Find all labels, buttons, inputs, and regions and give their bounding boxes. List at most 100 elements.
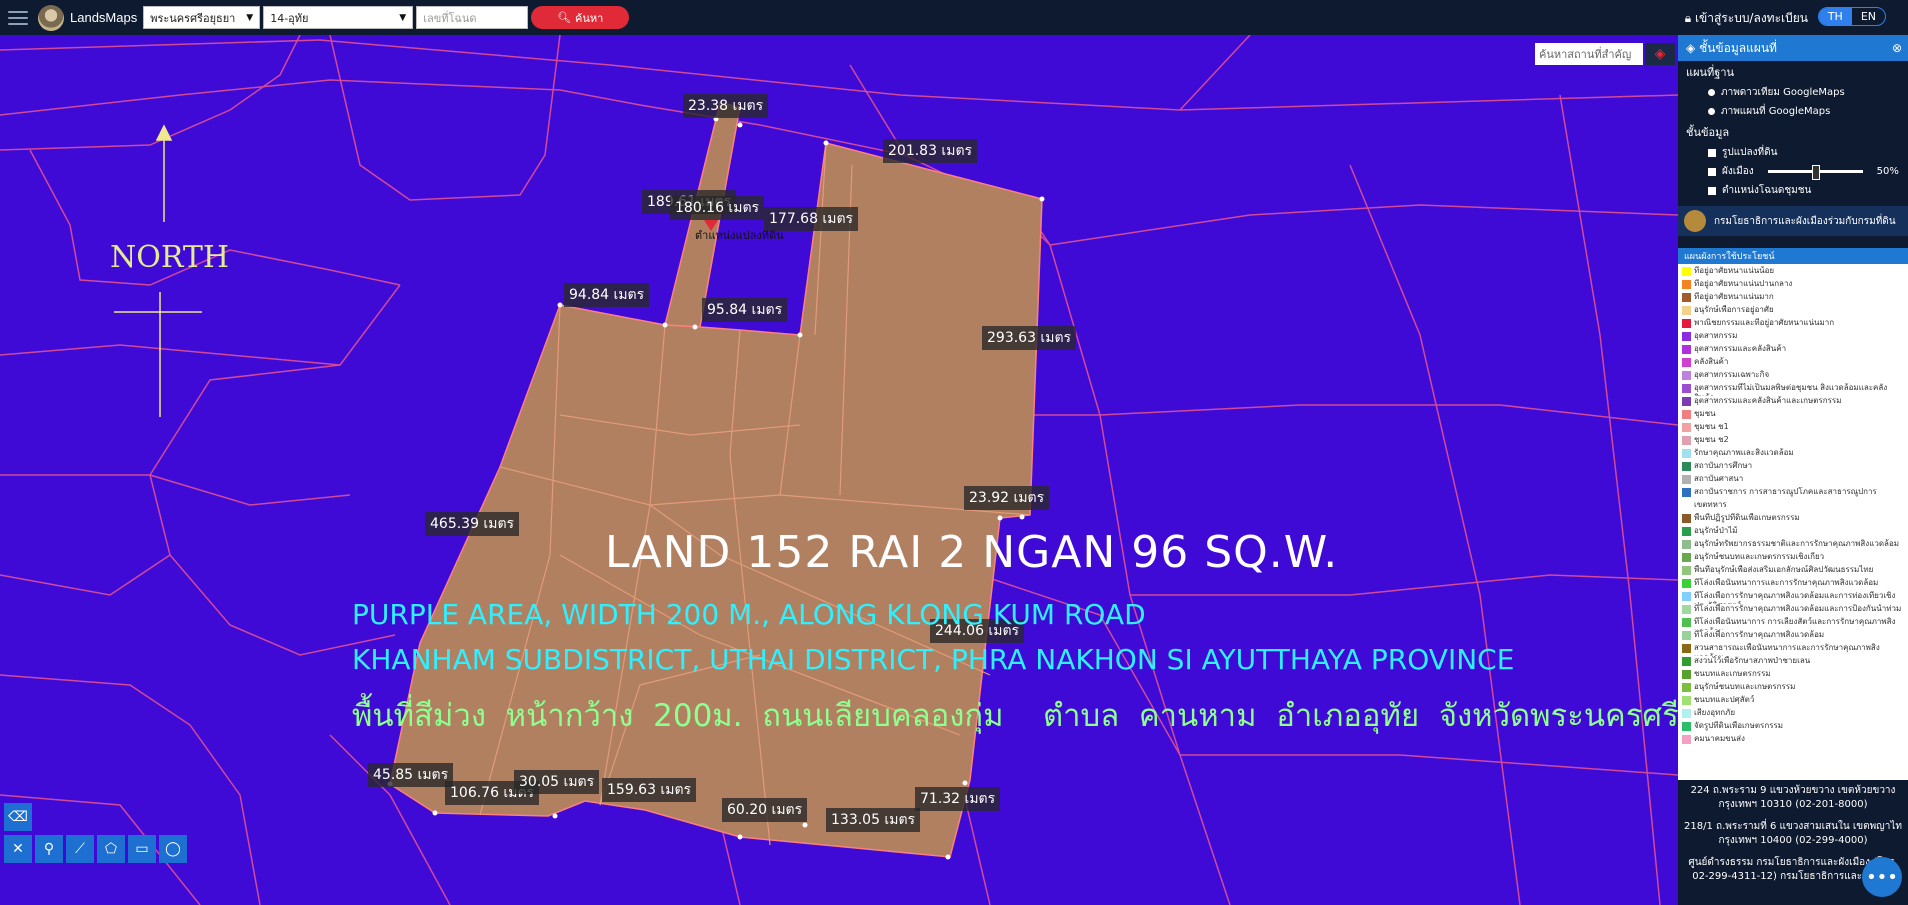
language-toggle: TH EN xyxy=(1817,7,1886,26)
legend-swatch xyxy=(1682,345,1691,354)
deed-input-placeholder: เลขที่โฉนด xyxy=(423,11,477,25)
login-link[interactable]: 🔒︎ เข้าสู่ระบบ/ลงทะเบียน xyxy=(1685,9,1808,28)
legend-swatch xyxy=(1682,631,1691,640)
map-canvas[interactable]: NORTH ตำแหน่งแปลงที่ดิน 23.38 เมตร 201.8… xyxy=(0,35,1678,905)
layer-parcel-toggle[interactable]: รูปแปลงที่ดิน xyxy=(1678,143,1908,162)
menu-icon[interactable] xyxy=(8,10,28,25)
legend-list: ที่อยู่อาศัยหนาแน่นน้อยที่อยู่อาศัยหนาแน… xyxy=(1678,264,1908,780)
slider-handle[interactable] xyxy=(1811,165,1820,180)
legend-label: ที่อยู่อาศัยหนาแน่นน้อย xyxy=(1694,266,1775,275)
legend-label: สงวนไว้เพื่อรักษาสภาพป่าชายเลน xyxy=(1694,656,1811,665)
legend-swatch xyxy=(1682,618,1691,627)
legend-label: ที่โล่งเพื่อนันทนาการและการรักษาคุณภาพสิ… xyxy=(1694,578,1879,587)
polygon-icon[interactable]: ⬠ xyxy=(97,835,125,863)
circle-icon[interactable]: ◯ xyxy=(159,835,187,863)
legend-label: อนุรักษ์ป่าไม้ xyxy=(1694,526,1738,535)
district-select[interactable]: 14-อุทัย ▼ xyxy=(263,6,414,29)
north-arrow xyxy=(155,124,173,222)
place-search-input[interactable]: ค้นหาสถานที่สำคัญ xyxy=(1535,43,1643,65)
legend-item: อนุรักษ์เพื่อการอยู่อาศัย xyxy=(1682,305,1904,318)
legend-swatch xyxy=(1682,605,1691,614)
legend-swatch xyxy=(1682,332,1691,341)
legend-swatch xyxy=(1682,488,1691,497)
measure-line-icon[interactable]: ⟋ xyxy=(66,835,94,863)
legend-swatch xyxy=(1682,449,1691,458)
legend-label: จัดรูปที่ดินเพื่อเกษตรกรรม xyxy=(1694,721,1784,730)
panel-header: ◈ ชั้นข้อมูลแผนที่ ⊗ xyxy=(1678,35,1908,61)
pin-icon[interactable]: ⚲ xyxy=(35,835,63,863)
legend-item: อนุรักษ์ทรัพยากรธรรมชาติและการรักษาคุณภา… xyxy=(1682,539,1904,552)
measure-label: 71.32 เมตร xyxy=(915,787,1001,811)
lang-en-button[interactable]: EN xyxy=(1852,8,1885,25)
layer-cityplan-label: ผังเมือง xyxy=(1722,166,1754,177)
annotation-line-1: PURPLE AREA, WIDTH 200 M., ALONG KLONG K… xyxy=(352,598,1146,631)
radio-icon xyxy=(1708,89,1715,96)
legend-item: รักษาคุณภาพและสิ่งแวดล้อม xyxy=(1682,448,1904,461)
legend-swatch xyxy=(1682,371,1691,380)
legend-label: อนุรักษ์ชนบทและเกษตรกรรมเชิงเกี่ยว xyxy=(1694,552,1825,561)
measure-label: 23.38 เมตร xyxy=(683,94,769,118)
rectangle-icon[interactable]: ▭ xyxy=(128,835,156,863)
legend-item: ชนบทและปศุสัตว์ xyxy=(1682,695,1904,708)
org-banner: กรมโยธาธิการและผังเมืองร่วมกับกรมที่ดิน xyxy=(1678,206,1908,236)
legend-label: พื้นที่ปฏิรูปที่ดินเพื่อเกษตรกรรม xyxy=(1694,513,1800,522)
basemap-map-option[interactable]: ภาพแผนที่ GoogleMaps xyxy=(1678,102,1908,121)
layer-parcel-label: รูปแปลงที่ดิน xyxy=(1722,147,1778,158)
close-icon[interactable]: ⊗ xyxy=(1892,41,1902,55)
legend-item: พื้นที่อนุรักษ์เพื่อส่งเสริมเอกลักษณ์ศิล… xyxy=(1682,565,1904,578)
layer-cityplan-toggle[interactable]: ผังเมือง 50% xyxy=(1678,162,1908,181)
layer-village-label: ตำแหน่งโฉนดชุมชน xyxy=(1722,185,1812,196)
legend-item: เขตทหาร xyxy=(1682,500,1904,513)
legend-item: เสี่ยงอุทกภัย xyxy=(1682,708,1904,721)
basemap-satellite-option[interactable]: ภาพดาวเทียม GoogleMaps xyxy=(1678,83,1908,102)
measure-label: 45.85 เมตร xyxy=(368,763,454,787)
legend-label: อุตสาหกรรมและคลังสินค้า xyxy=(1694,344,1787,353)
tool-row-bottom: ✕ ⚲ ⟋ ⬠ ▭ ◯ xyxy=(4,835,187,863)
more-options-button[interactable]: ••• xyxy=(1862,857,1902,897)
layer-village-toggle[interactable]: ตำแหน่งโฉนดชุมชน xyxy=(1678,181,1908,200)
layer-panel: ◈ ชั้นข้อมูลแผนที่ ⊗ แผนที่ฐาน ภาพดาวเที… xyxy=(1678,35,1908,905)
opacity-slider[interactable] xyxy=(1767,165,1863,180)
deed-number-input[interactable]: เลขที่โฉนด xyxy=(416,6,529,29)
layers-button[interactable]: ◈ xyxy=(1645,43,1675,65)
annotation-title: LAND 152 RAI 2 NGAN 96 SQ.W. xyxy=(605,527,1339,578)
tool-row-top: ⌫ xyxy=(4,803,32,831)
legend-item: อุตสาหกรรมและคลังสินค้า xyxy=(1682,344,1904,357)
measure-label: 94.84 เมตร xyxy=(564,283,650,307)
legend-item: อนุรักษ์ป่าไม้ xyxy=(1682,526,1904,539)
legend-item: ที่อยู่อาศัยหนาแน่นปานกลาง xyxy=(1682,279,1904,292)
measure-label: 95.84 เมตร xyxy=(702,298,788,322)
lang-th-button[interactable]: TH xyxy=(1818,8,1852,25)
legend-swatch xyxy=(1682,696,1691,705)
eraser-icon[interactable]: ⌫ xyxy=(4,803,32,831)
legend-swatch xyxy=(1682,267,1691,276)
legend-swatch xyxy=(1682,735,1691,744)
legend-swatch xyxy=(1682,462,1691,471)
caret-down-icon: ▼ xyxy=(246,12,254,23)
province-select[interactable]: พระนครศรีอยุธยา ▼ xyxy=(143,6,261,29)
legend-label: เสี่ยงอุทกภัย xyxy=(1694,708,1736,717)
legend-label: สถาบันการศึกษา xyxy=(1694,461,1753,470)
legend-swatch xyxy=(1682,514,1691,523)
legend-label: ที่โล่งเพื่อนันทนาการ การเลี้ยงสัตว์และก… xyxy=(1694,617,1896,630)
measure-label: 180.16 เมตร xyxy=(670,196,765,220)
top-bar: LandsMaps พระนครศรีอยุธยา ▼ 14-อุทัย ▼ เลข… xyxy=(0,0,1908,35)
layers-heading: ชั้นข้อมูล xyxy=(1686,126,1730,139)
legend-label: พื้นที่อนุรักษ์เพื่อส่งเสริมเอกลักษณ์ศิล… xyxy=(1694,565,1874,574)
dpt-emblem-icon xyxy=(1684,210,1706,232)
caret-down-icon: ▼ xyxy=(399,12,407,23)
landsmaps-logo xyxy=(38,4,64,31)
search-button[interactable]: 🔍︎ ค้นหา xyxy=(531,6,630,29)
measure-label: 133.05 เมตร xyxy=(826,808,921,832)
opacity-value: 50% xyxy=(1876,166,1899,177)
legend-swatch xyxy=(1682,293,1691,302)
legend-label: ชุมชน ช2 xyxy=(1694,435,1729,444)
close-tools-icon[interactable]: ✕ xyxy=(4,835,32,863)
legend-item: พื้นที่ปฏิรูปที่ดินเพื่อเกษตรกรรม xyxy=(1682,513,1904,526)
legend-label: ชนบทและปศุสัตว์ xyxy=(1694,695,1755,704)
measure-label: 159.63 เมตร xyxy=(602,778,697,802)
legend-swatch xyxy=(1682,475,1691,484)
legend-item: คมนาคมขนส่ง xyxy=(1682,734,1904,747)
annotation-thai: พื้นที่สีม่วง หน้ากว้าง 200ม. ถนนเลียบคล… xyxy=(352,698,1678,734)
lock-icon: 🔒︎ xyxy=(1684,11,1692,25)
